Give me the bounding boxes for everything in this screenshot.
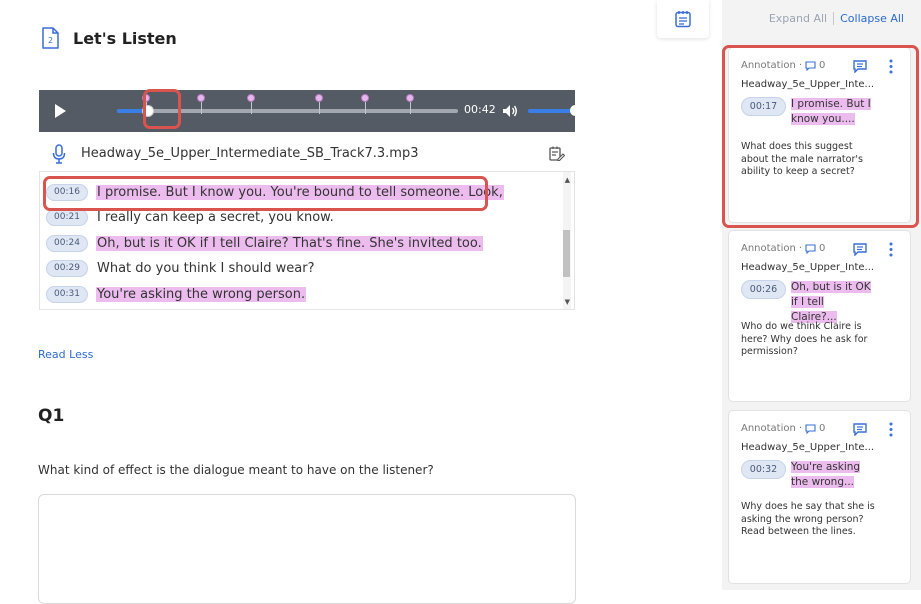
microphone-icon	[52, 143, 66, 164]
annotation-marker[interactable]	[247, 94, 255, 114]
transcript-text: You're asking the wrong person.	[96, 286, 307, 302]
annotation-type: Annotation	[741, 243, 796, 254]
annotation-marker[interactable]	[315, 94, 323, 114]
svg-text:2: 2	[48, 36, 53, 45]
annotation-file: Headway_5e_Upper_Inte...	[741, 442, 875, 453]
audio-player: 00:42	[39, 90, 606, 132]
timestamp-badge[interactable]: 00:29	[46, 259, 88, 277]
document-icon: 2	[42, 27, 59, 49]
transcript-line[interactable]: 00:29 What do you think I should wear?	[46, 259, 316, 277]
more-options-icon[interactable]	[887, 242, 895, 257]
timestamp-badge[interactable]: 00:16	[46, 183, 88, 201]
transcript-text: I promise. But I know you. You're bound …	[96, 184, 504, 200]
notes-tab[interactable]	[657, 0, 709, 38]
current-time: 00:42	[464, 103, 496, 116]
page-title-text: Let's Listen	[73, 28, 177, 48]
annotation-marker[interactable]	[406, 94, 414, 114]
timestamp-badge[interactable]: 00:31	[46, 285, 88, 303]
volume-icon[interactable]	[502, 103, 518, 119]
annotation-quote: Oh, but is it OK if I tell Claire?...	[791, 281, 871, 323]
read-less-link[interactable]: Read Less	[38, 348, 93, 361]
main-panel: 2 Let's Listen 00:42 Headway_5e_Upper_In…	[0, 0, 710, 604]
comment-count: 0	[819, 423, 826, 434]
annotation-text: What does this suggest about the male na…	[741, 141, 863, 177]
timestamp-badge[interactable]: 00:24	[46, 234, 88, 252]
comment-icon[interactable]	[853, 60, 867, 73]
volume-thumb[interactable]	[570, 105, 581, 116]
collapse-all-button[interactable]: Collapse All	[834, 12, 904, 25]
transcript-text: I really can keep a secret, you know.	[97, 209, 334, 225]
annotation-quote: You're asking the wrong...	[791, 461, 861, 488]
more-options-icon[interactable]	[887, 59, 895, 74]
gear-icon[interactable]	[589, 102, 606, 119]
annotation-card[interactable]: Annotation · 0 Headway_5e_Upper_Inte... 0…	[728, 47, 911, 223]
scroll-down-arrow[interactable]: ▼	[565, 298, 570, 306]
transcript-line[interactable]: 00:16 I promise. But I know you. You're …	[46, 183, 504, 201]
audio-file-name: Headway_5e_Upper_Intermediate_SB_Track7.…	[81, 146, 419, 161]
annotation-card[interactable]: Annotation · 0 Headway_5e_Upper_Inte... 0…	[728, 230, 911, 402]
comment-count: 0	[819, 60, 826, 71]
more-options-icon[interactable]	[887, 422, 895, 437]
transcript-text: What do you think I should wear?	[97, 260, 315, 276]
notebook-icon	[675, 11, 691, 28]
comment-count: 0	[819, 243, 826, 254]
comment-icon[interactable]	[853, 243, 867, 256]
annotation-file: Headway_5e_Upper_Inte...	[741, 79, 875, 90]
page-title: 2 Let's Listen	[41, 27, 177, 49]
annotation-type: Annotation	[741, 423, 796, 434]
question-text: What kind of effect is the dialogue mean…	[38, 463, 434, 477]
scroll-up-arrow[interactable]: ▲	[565, 176, 570, 184]
annotation-header: Annotation · 0	[741, 243, 826, 254]
annotation-header: Annotation · 0	[741, 60, 826, 71]
annotation-marker[interactable]	[361, 94, 369, 114]
transcript-line[interactable]: 00:21 I really can keep a secret, you kn…	[46, 208, 335, 226]
annotation-type: Annotation	[741, 60, 796, 71]
annotation-text: Who do we think Claire is here? Why does…	[741, 321, 868, 357]
transcript-panel[interactable]: 00:16 I promise. But I know you. You're …	[39, 172, 575, 310]
play-icon[interactable]	[52, 103, 68, 119]
annotation-timestamp[interactable]: 00:32	[741, 460, 786, 479]
annotation-card[interactable]: Annotation · 0 Headway_5e_Upper_Inte... 0…	[728, 410, 911, 584]
transcript-line[interactable]: 00:24 Oh, but is it OK if I tell Claire?…	[46, 234, 483, 252]
edit-note-icon[interactable]	[548, 145, 565, 162]
scrollbar-thumb[interactable]	[563, 230, 570, 277]
comment-count-icon	[805, 60, 816, 71]
annotation-file: Headway_5e_Upper_Inte...	[741, 262, 875, 273]
comment-count-icon	[805, 243, 816, 254]
comment-icon[interactable]	[853, 423, 867, 436]
timestamp-badge[interactable]: 00:21	[46, 208, 88, 226]
annotation-quote: I promise. But Iknow you....	[791, 98, 871, 125]
annotation-timestamp[interactable]: 00:17	[741, 97, 786, 116]
transcript-line[interactable]: 00:31 You're asking the wrong person.	[46, 285, 307, 303]
annotation-timestamp[interactable]: 00:26	[741, 280, 786, 299]
expand-all-button[interactable]: Expand All	[769, 12, 835, 25]
transcript-text: Oh, but is it OK if I tell Claire? That'…	[96, 235, 483, 251]
annotation-text: Why does he say that she is asking the w…	[741, 501, 875, 537]
question-label: Q1	[38, 406, 65, 426]
annotation-marker[interactable]	[197, 94, 205, 114]
answer-textarea[interactable]	[38, 494, 576, 604]
seek-thumb[interactable]	[141, 105, 154, 117]
sidebar-header: Expand All Collapse All	[769, 12, 904, 25]
volume-slider[interactable]	[528, 109, 575, 113]
annotation-header: Annotation · 0	[741, 423, 826, 434]
comment-count-icon	[805, 423, 816, 434]
audio-file-row: Headway_5e_Upper_Intermediate_SB_Track7.…	[39, 136, 575, 172]
